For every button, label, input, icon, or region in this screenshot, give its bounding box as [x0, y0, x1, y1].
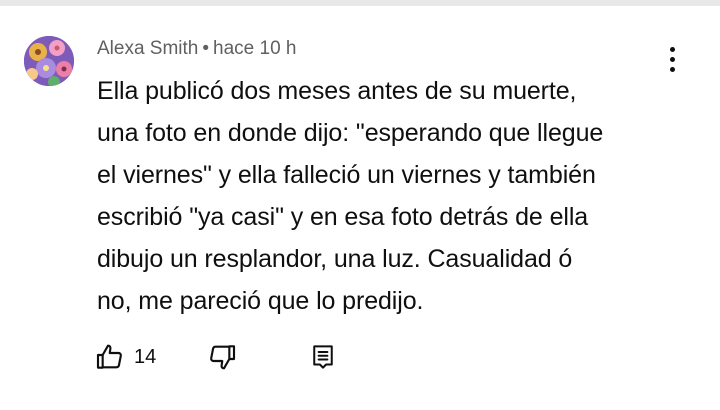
comment-text-line: dibujo un resplandor, una luz. Casualida…: [97, 245, 573, 273]
like-button[interactable]: 14: [94, 340, 156, 374]
comment-text-line: una foto en donde dijo: "esperando que l…: [97, 119, 604, 147]
comment-text: Ella publicó dos meses antes de su muert…: [97, 70, 657, 322]
more-vertical-icon-dot: [669, 56, 675, 62]
comment-reply-icon: [313, 345, 333, 369]
author-name[interactable]: Alexa Smith: [97, 38, 198, 59]
flowers-avatar-image: [24, 36, 74, 86]
more-vertical-icon: [669, 46, 675, 52]
reply-button[interactable]: [308, 340, 338, 374]
thumbs-up-icon: [96, 344, 122, 369]
avatar[interactable]: [24, 36, 74, 86]
comment-text-line: escribió "ya casi" y en esa foto detrás …: [97, 203, 589, 231]
comment-text-line: el viernes" y ella falleció un viernes y…: [97, 161, 596, 189]
dislike-button[interactable]: [206, 340, 238, 374]
comment-timestamp[interactable]: hace 10 h: [213, 38, 296, 59]
more-vertical-icon-dot: [669, 66, 675, 72]
comment-actions: 14: [94, 340, 354, 374]
meta-separator: •: [202, 38, 210, 59]
like-count: 14: [134, 345, 157, 368]
more-options-button[interactable]: [660, 42, 684, 76]
thumbs-down-icon: [210, 345, 236, 370]
comment-text-line: Ella publicó dos meses antes de su muert…: [97, 77, 577, 105]
comment-thread-item: Alexa Smith • hace 10 h Ella publicó dos m…: [0, 6, 720, 410]
comment-text-line: no, me pareció que lo predijo.: [97, 287, 424, 315]
comment-header: Alexa Smith • hace 10 h: [97, 38, 297, 60]
